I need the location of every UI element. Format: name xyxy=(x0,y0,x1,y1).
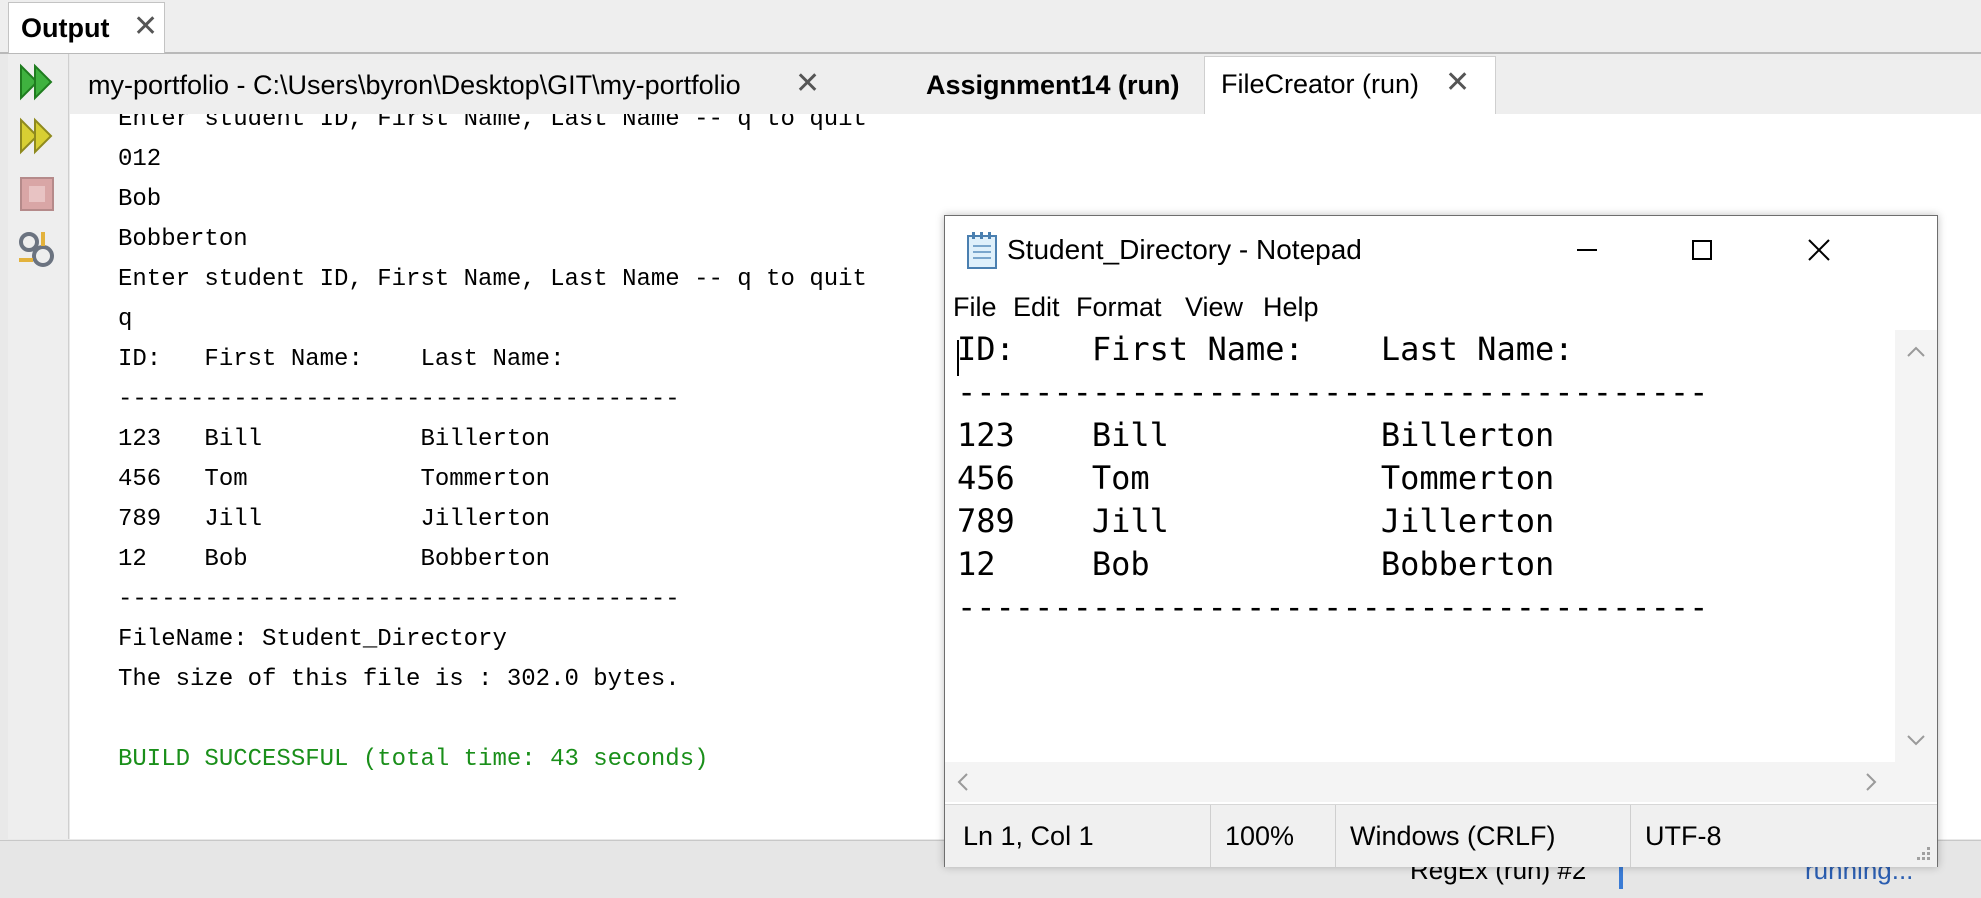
notepad-text-area[interactable]: ID: First Name: Last Name: -------------… xyxy=(945,330,1895,762)
text-line: 123 Bill Billerton xyxy=(957,416,1555,454)
horizontal-scrollbar[interactable] xyxy=(945,762,1895,802)
output-toolbar xyxy=(8,54,69,839)
tab-my-portfolio[interactable]: my-portfolio - C:\Users\byron\Desktop\GI… xyxy=(70,54,830,114)
scroll-arrows-icon xyxy=(957,773,1877,791)
menu-view[interactable]: View xyxy=(1185,292,1243,323)
console-line: Bobberton xyxy=(118,226,248,253)
tab-label: Assignment14 (run) xyxy=(926,70,1180,100)
tab-filecreator[interactable]: FileCreator (run) ✕ xyxy=(1204,56,1496,115)
notepad-window: Student_Directory - Notepad File Edit Fo… xyxy=(944,215,1938,867)
console-line: Enter student ID, First Name, Last Name … xyxy=(118,114,867,133)
notepad-menubar: File Edit Format View Help xyxy=(945,286,1937,328)
output-panel-tab[interactable]: Output ✕ xyxy=(8,2,165,53)
status-divider xyxy=(1335,805,1336,867)
settings-icon[interactable] xyxy=(15,228,59,272)
menu-edit[interactable]: Edit xyxy=(1013,292,1060,323)
menu-format[interactable]: Format xyxy=(1076,292,1162,323)
console-line: 12 Bob Bobberton xyxy=(118,546,551,573)
console-line: FileName: Student_Directory xyxy=(118,626,507,653)
notepad-icon xyxy=(967,232,997,269)
text-line: 456 Tom Tommerton xyxy=(957,459,1555,497)
close-icon[interactable]: ✕ xyxy=(1445,65,1470,100)
console-line: ID: First Name: Last Name: xyxy=(118,346,565,373)
console-line: 012 xyxy=(118,146,162,173)
encoding: UTF-8 xyxy=(1645,821,1722,851)
close-button[interactable] xyxy=(1789,226,1849,274)
console-line: 123 Bill Billerton xyxy=(118,426,551,453)
output-panel-header: Output ✕ xyxy=(0,0,1981,54)
resize-grip-icon[interactable] xyxy=(1913,845,1933,865)
text-line: 12 Bob Bobberton xyxy=(957,545,1555,583)
console-line: --------------------------------------- xyxy=(118,386,680,413)
rerun-with-input-icon[interactable] xyxy=(15,114,59,158)
text-line: ID: First Name: Last Name: xyxy=(957,330,1574,368)
line-endings: Windows (CRLF) xyxy=(1350,821,1556,851)
console-line: q xyxy=(118,306,133,333)
tab-label: FileCreator (run) xyxy=(1221,69,1420,99)
maximize-icon xyxy=(1692,240,1712,260)
vertical-scrollbar[interactable] xyxy=(1895,330,1937,762)
output-close-icon[interactable]: ✕ xyxy=(133,9,158,44)
scroll-arrows-icon xyxy=(1907,346,1925,746)
close-icon xyxy=(1808,239,1830,261)
menu-help[interactable]: Help xyxy=(1263,292,1319,323)
rerun-icon[interactable] xyxy=(15,60,59,104)
run-tabs: my-portfolio - C:\Users\byron\Desktop\GI… xyxy=(70,54,1981,115)
status-divider xyxy=(1630,805,1631,867)
console-line: --------------------------------------- xyxy=(118,586,680,613)
text-line: 789 Jill Jillerton xyxy=(957,502,1555,540)
console-line: 456 Tom Tommerton xyxy=(118,466,551,493)
scrollbar-corner xyxy=(1895,762,1937,802)
console-line: The size of this file is : 302.0 bytes. xyxy=(118,666,680,693)
console-line: Bob xyxy=(118,186,162,213)
close-icon[interactable]: ✕ xyxy=(795,66,820,101)
zoom-level: 100% xyxy=(1225,821,1295,851)
tab-label: my-portfolio - C:\Users\byron\Desktop\GI… xyxy=(88,70,741,100)
text-line: --------------------------------------- xyxy=(957,588,1709,626)
console-line: Enter student ID, First Name, Last Name … xyxy=(118,266,867,293)
text-line: --------------------------------------- xyxy=(957,373,1709,411)
menu-file[interactable]: File xyxy=(953,292,997,323)
build-success-line: BUILD SUCCESSFUL (total time: 43 seconds… xyxy=(118,746,709,773)
notepad-title: Student_Directory - Notepad xyxy=(1007,234,1362,265)
minimize-button[interactable] xyxy=(1557,226,1617,274)
maximize-button[interactable] xyxy=(1672,226,1732,274)
console-line: 789 Jill Jillerton xyxy=(118,506,551,533)
notepad-statusbar: Ln 1, Col 1 100% Windows (CRLF) UTF-8 xyxy=(945,804,1937,867)
notepad-titlebar[interactable]: Student_Directory - Notepad xyxy=(945,216,1937,284)
output-panel-title: Output xyxy=(21,13,110,43)
cursor-position: Ln 1, Col 1 xyxy=(963,821,1094,851)
minimize-icon xyxy=(1577,249,1597,251)
status-divider xyxy=(1210,805,1211,867)
stop-icon[interactable] xyxy=(15,172,59,216)
